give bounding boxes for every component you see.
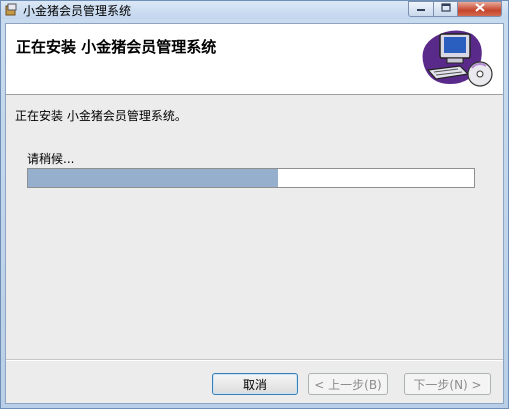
next-button[interactable]: 下一步(N) >	[404, 373, 491, 395]
close-icon	[474, 3, 485, 15]
window-title: 小金猪会员管理系统	[23, 4, 132, 18]
installer-app-icon	[5, 3, 18, 16]
title-bar[interactable]: 小金猪会员管理系统	[1, 1, 508, 19]
minimize-button[interactable]	[408, 1, 434, 17]
maximize-button[interactable]	[434, 1, 458, 17]
maximize-icon	[440, 3, 451, 15]
banner-title: 正在安装 小金猪会员管理系统	[16, 38, 217, 56]
install-status-text: 正在安装 小金猪会员管理系统。	[15, 109, 187, 123]
close-button[interactable]	[458, 1, 502, 17]
button-separator	[6, 359, 503, 361]
cancel-button[interactable]: 取消	[212, 373, 298, 395]
install-progress-bar	[27, 168, 475, 188]
caption-buttons	[408, 1, 502, 17]
computer-with-disc-icon	[414, 26, 498, 92]
installer-window: 小金猪会员管理系统 正在安装 小金猪会员管理系统 正在安装 小金猪会员管理系统。…	[0, 0, 509, 409]
back-button[interactable]: < 上一步(B)	[308, 373, 388, 395]
wait-label: 请稍候...	[27, 152, 75, 166]
banner: 正在安装 小金猪会员管理系统	[6, 24, 503, 95]
installer-content: 正在安装 小金猪会员管理系统 正在安装 小金猪会员管理系统。 请稍候... 取消…	[5, 23, 504, 404]
progress-bar-fill	[28, 169, 278, 187]
minimize-icon	[416, 4, 426, 15]
